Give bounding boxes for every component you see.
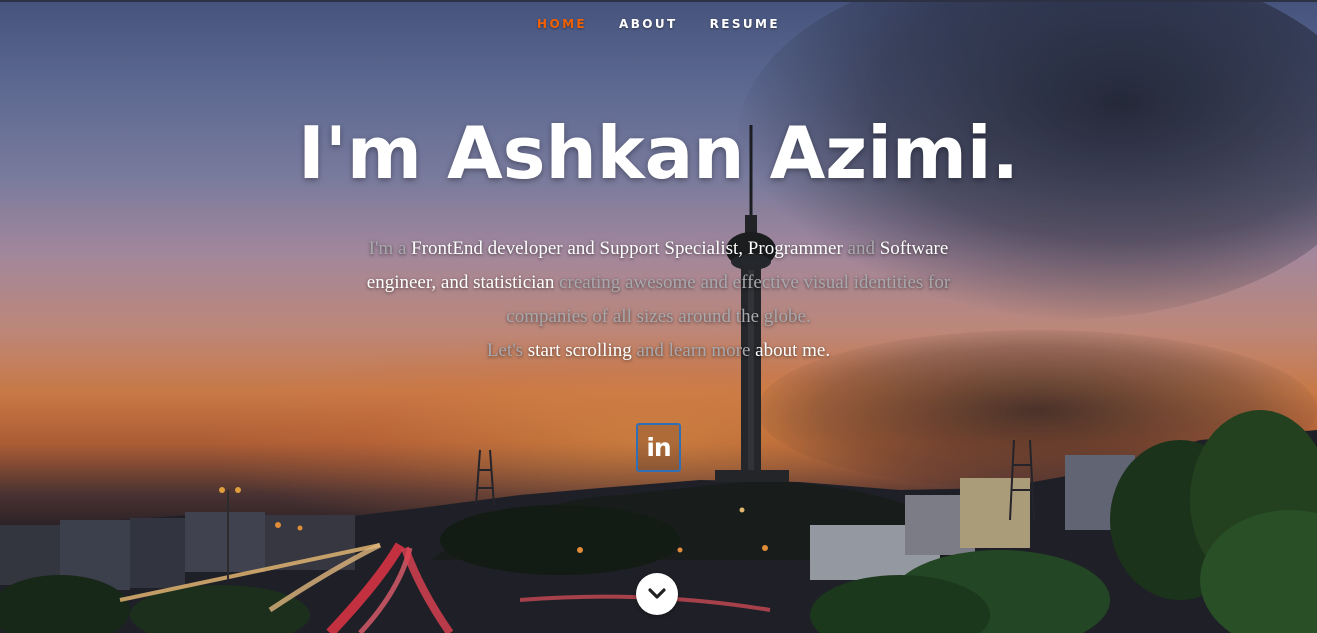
intro-text-highlight: FrontEnd developer and Support Specialis… bbox=[411, 238, 843, 259]
nav-home[interactable]: HOME bbox=[537, 17, 587, 31]
hero-headline: I'm Ashkan Azimi. bbox=[298, 111, 1019, 195]
intro-text-highlight: Software bbox=[879, 238, 949, 259]
intro-line-1: I'm a FrontEnd developer and Support Spe… bbox=[290, 232, 1027, 266]
intro-line-4: Let's start scrolling and learn more abo… bbox=[290, 334, 1027, 368]
scroll-down-button[interactable] bbox=[636, 573, 678, 615]
intro-text-highlight: start scrolling bbox=[527, 340, 632, 361]
hero-section: HOME ABOUT RESUME I'm Ashkan Azimi. I'm … bbox=[0, 0, 1317, 633]
intro-text-highlight: engineer, and statistician bbox=[366, 272, 555, 293]
nav-resume[interactable]: RESUME bbox=[710, 17, 780, 31]
linkedin-button[interactable]: in bbox=[636, 423, 681, 472]
intro-text-muted: creating awesome and effective visual id… bbox=[554, 272, 951, 293]
hero-intro: I'm a FrontEnd developer and Support Spe… bbox=[290, 232, 1027, 368]
intro-text-highlight: about me. bbox=[755, 340, 831, 361]
intro-text-muted: Let's bbox=[486, 340, 528, 361]
chevron-down-icon bbox=[648, 588, 666, 599]
nav-about[interactable]: ABOUT bbox=[619, 17, 678, 31]
intro-line-2: engineer, and statistician creating awes… bbox=[290, 266, 1027, 300]
intro-text-muted: and bbox=[842, 238, 880, 259]
main-nav: HOME ABOUT RESUME bbox=[0, 0, 1317, 46]
linkedin-icon: in bbox=[646, 433, 671, 462]
intro-line-3: companies of all sizes around the globe. bbox=[290, 300, 1027, 334]
intro-text-muted: companies of all sizes around the globe. bbox=[506, 306, 811, 327]
intro-text-muted: and learn more bbox=[631, 340, 756, 361]
intro-text-muted: I'm a bbox=[368, 238, 412, 259]
